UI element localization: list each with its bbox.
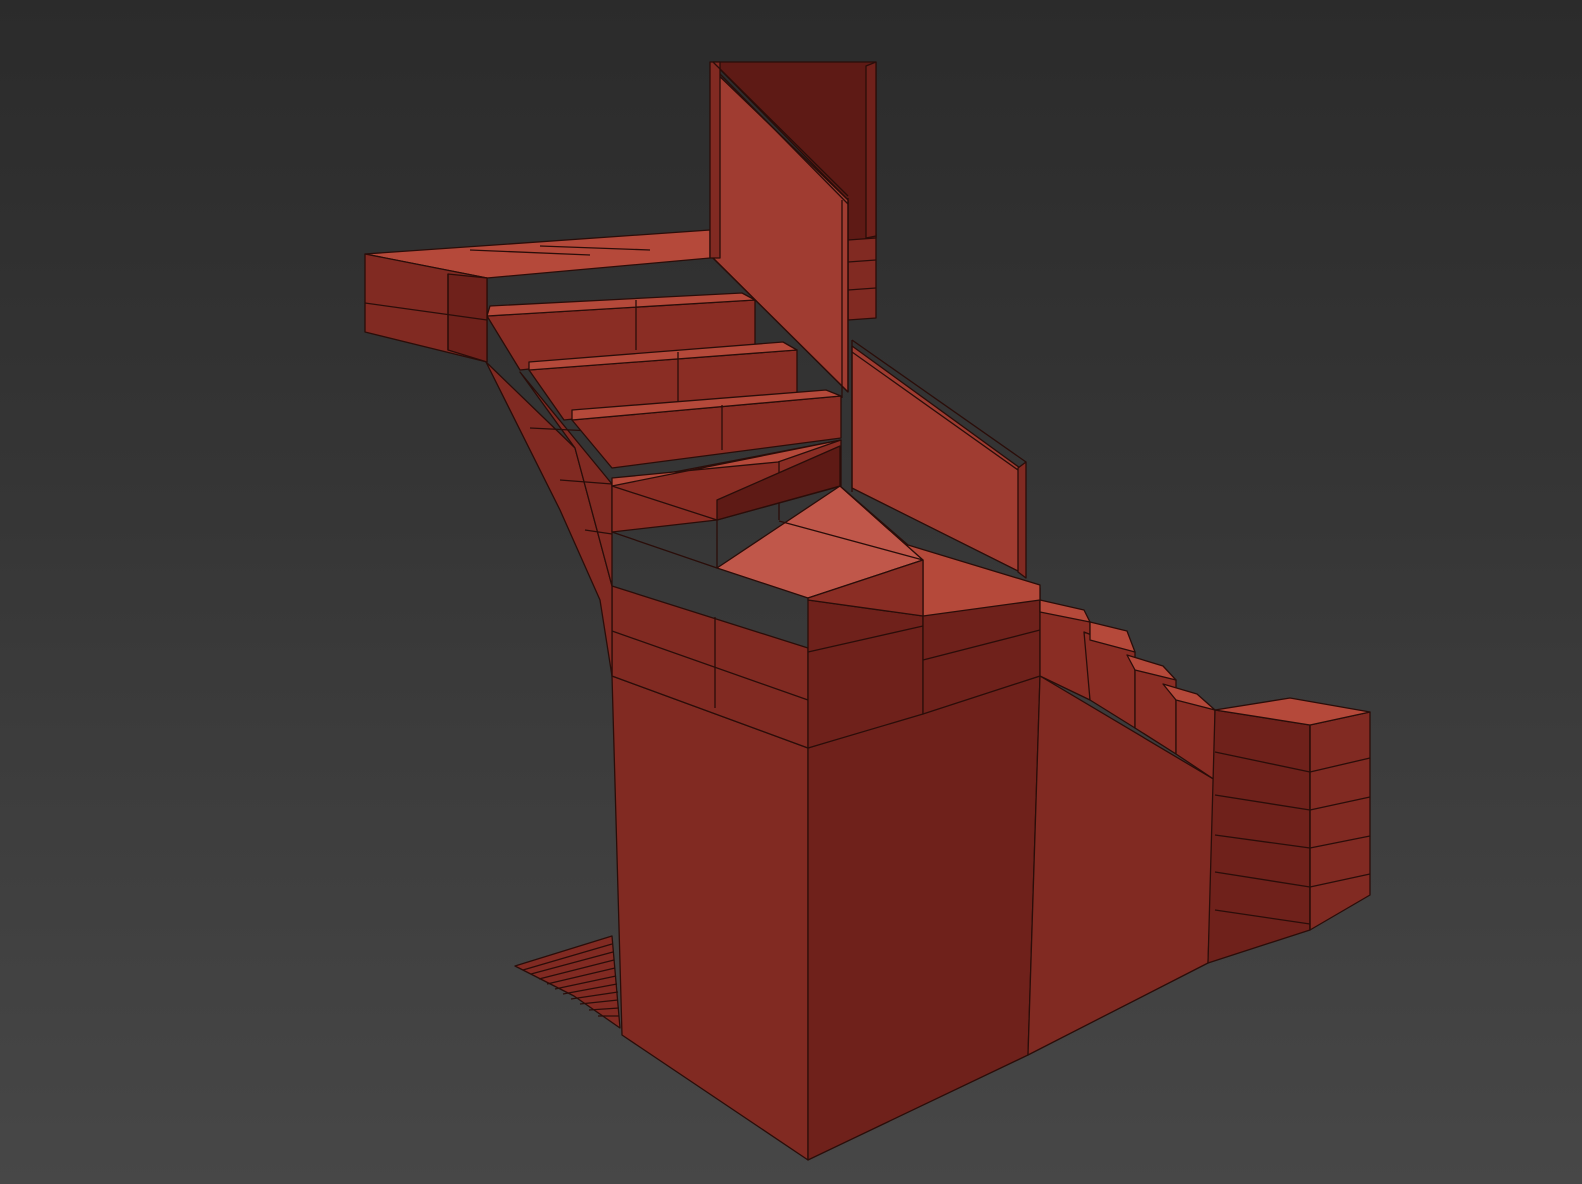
lower-flight — [1027, 599, 1216, 1056]
right-landing — [1207, 697, 1371, 964]
base-block — [611, 585, 1041, 1161]
3d-viewport[interactable] — [0, 0, 1582, 1184]
floor-grille — [514, 935, 621, 1029]
staircase-model[interactable] — [0, 0, 1582, 1184]
